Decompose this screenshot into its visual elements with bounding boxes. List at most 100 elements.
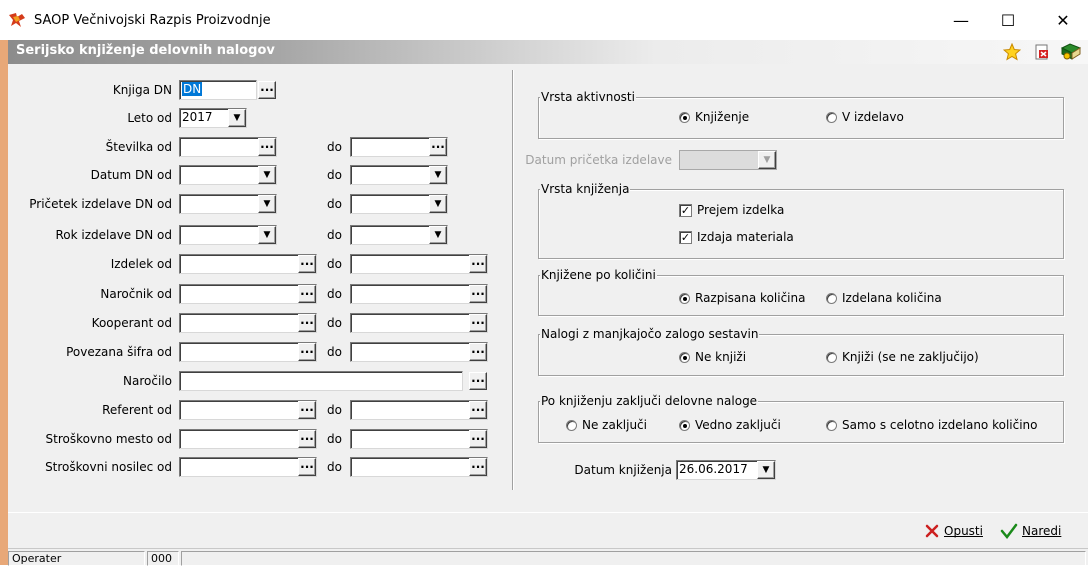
referent-do-browse-button[interactable]: ... xyxy=(469,401,487,419)
status-message xyxy=(181,551,1086,566)
operater-label: Operater xyxy=(8,551,145,566)
kooperant-od-label: Kooperant od xyxy=(91,316,172,330)
kooperant-do-field[interactable] xyxy=(350,313,488,333)
knjiga-dn-value: DN xyxy=(182,82,203,96)
izdaja-materiala-checkbox[interactable]: ✓ Izdaja materiala xyxy=(679,228,794,246)
izdelek-od-label: Izdelek od xyxy=(110,257,172,271)
razpisana-kolicina-label: Razpisana količina xyxy=(695,291,806,305)
pricetek-izdelave-od-dropdown-button[interactable]: ▼ xyxy=(258,195,276,213)
izdelek-od-browse-button[interactable]: ... xyxy=(298,255,316,273)
ne-zakljuci-radio[interactable]: Ne zaključi xyxy=(566,416,647,434)
datum-dn-do-dropdown-button[interactable]: ▼ xyxy=(429,166,447,184)
do-label: do xyxy=(327,168,342,182)
narocnik-od-field[interactable] xyxy=(179,284,317,304)
do-label: do xyxy=(327,403,342,417)
stevilka-od-label: Številka od xyxy=(105,140,172,154)
radio-dot-selected xyxy=(679,419,690,431)
izdelek-do-browse-button[interactable]: ... xyxy=(469,255,487,273)
narocnik-od-browse-button[interactable]: ... xyxy=(298,285,316,303)
narocilo-browse-button[interactable]: ... xyxy=(469,372,487,390)
operater-value: 000 xyxy=(147,551,179,566)
prejem-izdelka-checkbox[interactable]: ✓ Prejem izdelka xyxy=(679,201,784,219)
referent-do-field[interactable] xyxy=(350,400,488,420)
datum-dn-od-dropdown-button[interactable]: ▼ xyxy=(258,166,276,184)
povezana-sifra-od-browse-button[interactable]: ... xyxy=(298,343,316,361)
do-label: do xyxy=(327,460,342,474)
povezana-sifra-od-field[interactable] xyxy=(179,342,317,362)
izdelana-kolicina-radio[interactable]: Izdelana količina xyxy=(826,289,942,307)
opusti-label: Opusti xyxy=(944,524,983,538)
favorite-star-icon[interactable] xyxy=(1003,43,1021,61)
maximize-button[interactable]: ☐ xyxy=(985,6,1031,36)
stroskovni-nosilec-od-browse-button[interactable]: ... xyxy=(298,458,316,476)
minimize-button[interactable]: — xyxy=(938,6,984,36)
samo-celotno-izdelano-radio[interactable]: Samo s celotno izdelano količino xyxy=(826,416,1038,434)
kooperant-od-field[interactable] xyxy=(179,313,317,333)
razpisana-kolicina-radio[interactable]: Razpisana količina xyxy=(679,289,805,307)
help-book-icon[interactable] xyxy=(1060,42,1082,62)
window-title: SAOP Večnivojski Razpis Proizvodnje xyxy=(34,13,271,28)
cancel-x-icon xyxy=(925,524,939,538)
checkmark-icon: ✓ xyxy=(679,203,692,217)
opusti-button[interactable]: Opusti xyxy=(924,523,983,539)
knjiga-dn-field[interactable]: DN xyxy=(179,80,257,100)
radio-dot xyxy=(826,111,837,123)
stroskovno-mesto-od-browse-button[interactable]: ... xyxy=(298,430,316,448)
narocilo-label: Naročilo xyxy=(123,374,172,388)
do-label: do xyxy=(327,316,342,330)
stroskovno-mesto-do-browse-button[interactable]: ... xyxy=(469,430,487,448)
knjiga-dn-browse-button[interactable]: ... xyxy=(258,81,276,99)
ne-zakljuci-label: Ne zaključi xyxy=(582,418,647,432)
radio-dot xyxy=(826,292,837,304)
stroskovno-mesto-od-field[interactable] xyxy=(179,429,317,449)
radio-dot xyxy=(826,419,837,431)
izdelek-do-field[interactable] xyxy=(350,254,488,274)
stroskovni-nosilec-do-browse-button[interactable]: ... xyxy=(469,458,487,476)
rok-izdelave-do-dropdown-button[interactable]: ▼ xyxy=(429,226,447,244)
referent-od-field[interactable] xyxy=(179,400,317,420)
narocilo-field[interactable] xyxy=(179,371,463,391)
vedno-zakljuci-radio[interactable]: Vedno zaključi xyxy=(679,416,781,434)
v-izdelavo-radio[interactable]: V izdelavo xyxy=(826,108,904,126)
radio-dot-selected xyxy=(679,351,690,363)
narocnik-do-browse-button[interactable]: ... xyxy=(469,285,487,303)
export-pdf-icon[interactable] xyxy=(1034,44,1050,60)
naredi-button[interactable]: Naredi xyxy=(1000,523,1061,539)
referent-od-label: Referent od xyxy=(102,403,172,417)
leto-od-label: Leto od xyxy=(127,111,172,125)
zakljuci-naloge-title: Po knjiženju zaključi delovne naloge xyxy=(540,394,759,408)
narocnik-do-field[interactable] xyxy=(350,284,488,304)
prejem-izdelka-label: Prejem izdelka xyxy=(697,203,785,217)
stroskovni-nosilec-do-field[interactable] xyxy=(350,457,488,477)
knjizenje-radio[interactable]: Knjiženje xyxy=(679,108,749,126)
leto-od-dropdown-button[interactable]: ▼ xyxy=(228,109,246,127)
rok-izdelave-od-dropdown-button[interactable]: ▼ xyxy=(258,226,276,244)
pricetek-izdelave-od-label: Pričetek izdelave DN od xyxy=(29,197,172,211)
knjizi-se-ne-zakljucijo-radio[interactable]: Knjiži (se ne zaključijo) xyxy=(826,348,979,366)
stevilka-do-browse-button[interactable]: ... xyxy=(429,138,447,156)
izdelek-od-field[interactable] xyxy=(179,254,317,274)
ne-knjizi-radio[interactable]: Ne knjiži xyxy=(679,348,746,366)
stevilka-od-browse-button[interactable]: ... xyxy=(258,138,276,156)
datum-dn-od-label: Datum DN od xyxy=(90,168,172,182)
kooperant-do-browse-button[interactable]: ... xyxy=(469,314,487,332)
window-titlebar: SAOP Večnivojski Razpis Proizvodnje — ☐ … xyxy=(0,0,1088,40)
pricetek-izdelave-do-dropdown-button[interactable]: ▼ xyxy=(429,195,447,213)
status-bar: Operater 000 xyxy=(8,548,1088,566)
povezana-sifra-do-field[interactable] xyxy=(350,342,488,362)
datum-knjizenja-label: Datum knjiženja xyxy=(574,463,672,477)
stroskovni-nosilec-od-field[interactable] xyxy=(179,457,317,477)
datum-pricetka-dropdown-button: ▼ xyxy=(758,151,776,169)
referent-od-browse-button[interactable]: ... xyxy=(298,401,316,419)
do-label: do xyxy=(327,140,342,154)
datum-knjizenja-dropdown-button[interactable]: ▼ xyxy=(757,461,775,479)
radio-dot xyxy=(566,419,577,431)
izdaja-materiala-label: Izdaja materiala xyxy=(697,230,794,244)
povezana-sifra-od-label: Povezana šifra od xyxy=(66,345,172,359)
povezana-sifra-do-browse-button[interactable]: ... xyxy=(469,343,487,361)
stroskovno-mesto-od-label: Stroškovno mesto od xyxy=(45,432,172,446)
kooperant-od-browse-button[interactable]: ... xyxy=(298,314,316,332)
stroskovno-mesto-do-field[interactable] xyxy=(350,429,488,449)
close-button[interactable]: ✕ xyxy=(1040,6,1086,36)
do-label: do xyxy=(327,228,342,242)
